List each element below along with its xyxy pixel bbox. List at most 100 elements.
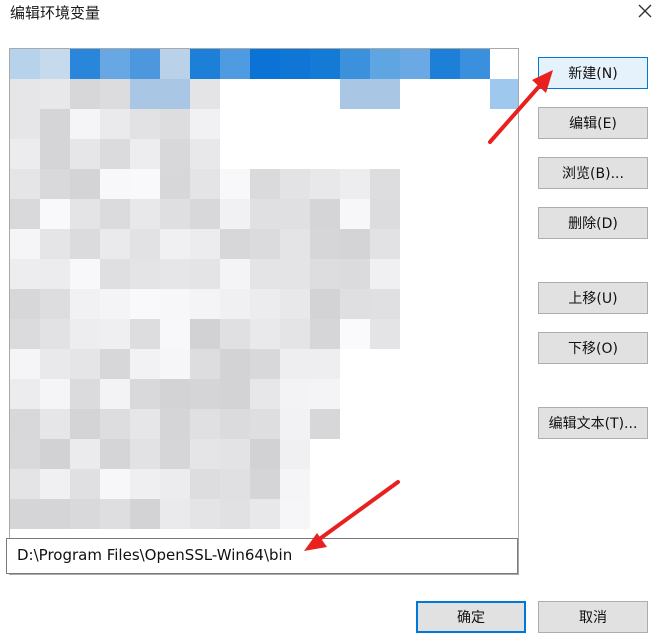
mosaic-cell (190, 499, 220, 529)
mosaic-cell (40, 169, 70, 199)
mosaic-cell (190, 349, 220, 379)
mosaic-cell (340, 499, 370, 529)
mosaic-cell (340, 349, 370, 379)
mosaic-cell (10, 259, 40, 289)
mosaic-cell (340, 439, 370, 469)
mosaic-cell (400, 499, 430, 529)
mosaic-cell (250, 289, 280, 319)
mosaic-cell (340, 199, 370, 229)
mosaic-cell (310, 229, 340, 259)
mosaic-cell (40, 199, 70, 229)
mosaic-cell (100, 169, 130, 199)
mosaic-cell (160, 469, 190, 499)
blurred-path-entries (10, 49, 518, 529)
mosaic-cell (10, 109, 40, 139)
mosaic-cell (280, 379, 310, 409)
mosaic-cell (310, 259, 340, 289)
move-up-button[interactable]: 上移(U) (538, 282, 648, 314)
mosaic-cell (430, 259, 460, 289)
mosaic-cell (10, 499, 40, 529)
cancel-button[interactable]: 取消 (538, 601, 648, 633)
mosaic-cell (40, 139, 70, 169)
mosaic-cell (10, 139, 40, 169)
mosaic-cell (160, 79, 190, 109)
edit-text-button[interactable]: 编辑文本(T)... (538, 407, 648, 439)
mosaic-cell (400, 229, 430, 259)
mosaic-cell (310, 379, 340, 409)
mosaic-cell (400, 139, 430, 169)
mosaic-cell (220, 229, 250, 259)
mosaic-cell (250, 439, 280, 469)
mosaic-cell (190, 139, 220, 169)
mosaic-cell (280, 409, 310, 439)
mosaic-cell (70, 259, 100, 289)
mosaic-cell (160, 409, 190, 439)
mosaic-cell (40, 79, 70, 109)
mosaic-cell (340, 379, 370, 409)
mosaic-cell (400, 79, 430, 109)
path-list-item-selected[interactable]: D:\Program Files\OpenSSL-Win64\bin (6, 538, 518, 574)
mosaic-cell (490, 199, 518, 229)
mosaic-cell (130, 199, 160, 229)
mosaic-cell (250, 199, 280, 229)
mosaic-cell (490, 379, 518, 409)
new-button[interactable]: 新建(N) (538, 57, 648, 89)
mosaic-cell (70, 139, 100, 169)
mosaic-cell (280, 439, 310, 469)
mosaic-cell (280, 109, 310, 139)
mosaic-cell (370, 109, 400, 139)
mosaic-cell (100, 49, 130, 79)
mosaic-cell (400, 319, 430, 349)
path-list[interactable] (9, 48, 519, 575)
mosaic-cell (310, 499, 340, 529)
mosaic-cell (490, 259, 518, 289)
mosaic-cell (460, 199, 490, 229)
edit-button[interactable]: 编辑(E) (538, 107, 648, 139)
mosaic-cell (280, 289, 310, 319)
mosaic-cell (100, 289, 130, 319)
mosaic-cell (100, 439, 130, 469)
close-icon[interactable] (636, 2, 654, 20)
mosaic-cell (40, 109, 70, 139)
mosaic-cell (370, 409, 400, 439)
mosaic-cell (70, 319, 100, 349)
mosaic-cell (400, 289, 430, 319)
mosaic-cell (220, 259, 250, 289)
mosaic-cell (40, 289, 70, 319)
mosaic-cell (70, 109, 100, 139)
mosaic-cell (280, 199, 310, 229)
mosaic-cell (160, 289, 190, 319)
mosaic-cell (460, 499, 490, 529)
mosaic-cell (340, 469, 370, 499)
mosaic-cell (190, 469, 220, 499)
mosaic-cell (340, 169, 370, 199)
mosaic-cell (370, 49, 400, 79)
mosaic-cell (10, 349, 40, 379)
mosaic-cell (280, 319, 310, 349)
mosaic-cell (220, 109, 250, 139)
mosaic-cell (490, 49, 518, 79)
mosaic-cell (250, 139, 280, 169)
mosaic-cell (400, 439, 430, 469)
mosaic-cell (310, 79, 340, 109)
move-down-button[interactable]: 下移(O) (538, 332, 648, 364)
mosaic-cell (160, 229, 190, 259)
mosaic-cell (10, 229, 40, 259)
mosaic-cell (430, 139, 460, 169)
mosaic-cell (310, 409, 340, 439)
ok-button[interactable]: 确定 (416, 601, 526, 633)
mosaic-cell (130, 169, 160, 199)
mosaic-cell (220, 289, 250, 319)
mosaic-cell (460, 409, 490, 439)
mosaic-cell (10, 409, 40, 439)
mosaic-cell (460, 139, 490, 169)
delete-button[interactable]: 删除(D) (538, 207, 648, 239)
browse-button[interactable]: 浏览(B)... (538, 157, 648, 189)
mosaic-cell (130, 79, 160, 109)
mosaic-cell (400, 469, 430, 499)
mosaic-cell (250, 499, 280, 529)
mosaic-cell (370, 229, 400, 259)
mosaic-cell (10, 79, 40, 109)
mosaic-cell (10, 199, 40, 229)
mosaic-cell (340, 409, 370, 439)
